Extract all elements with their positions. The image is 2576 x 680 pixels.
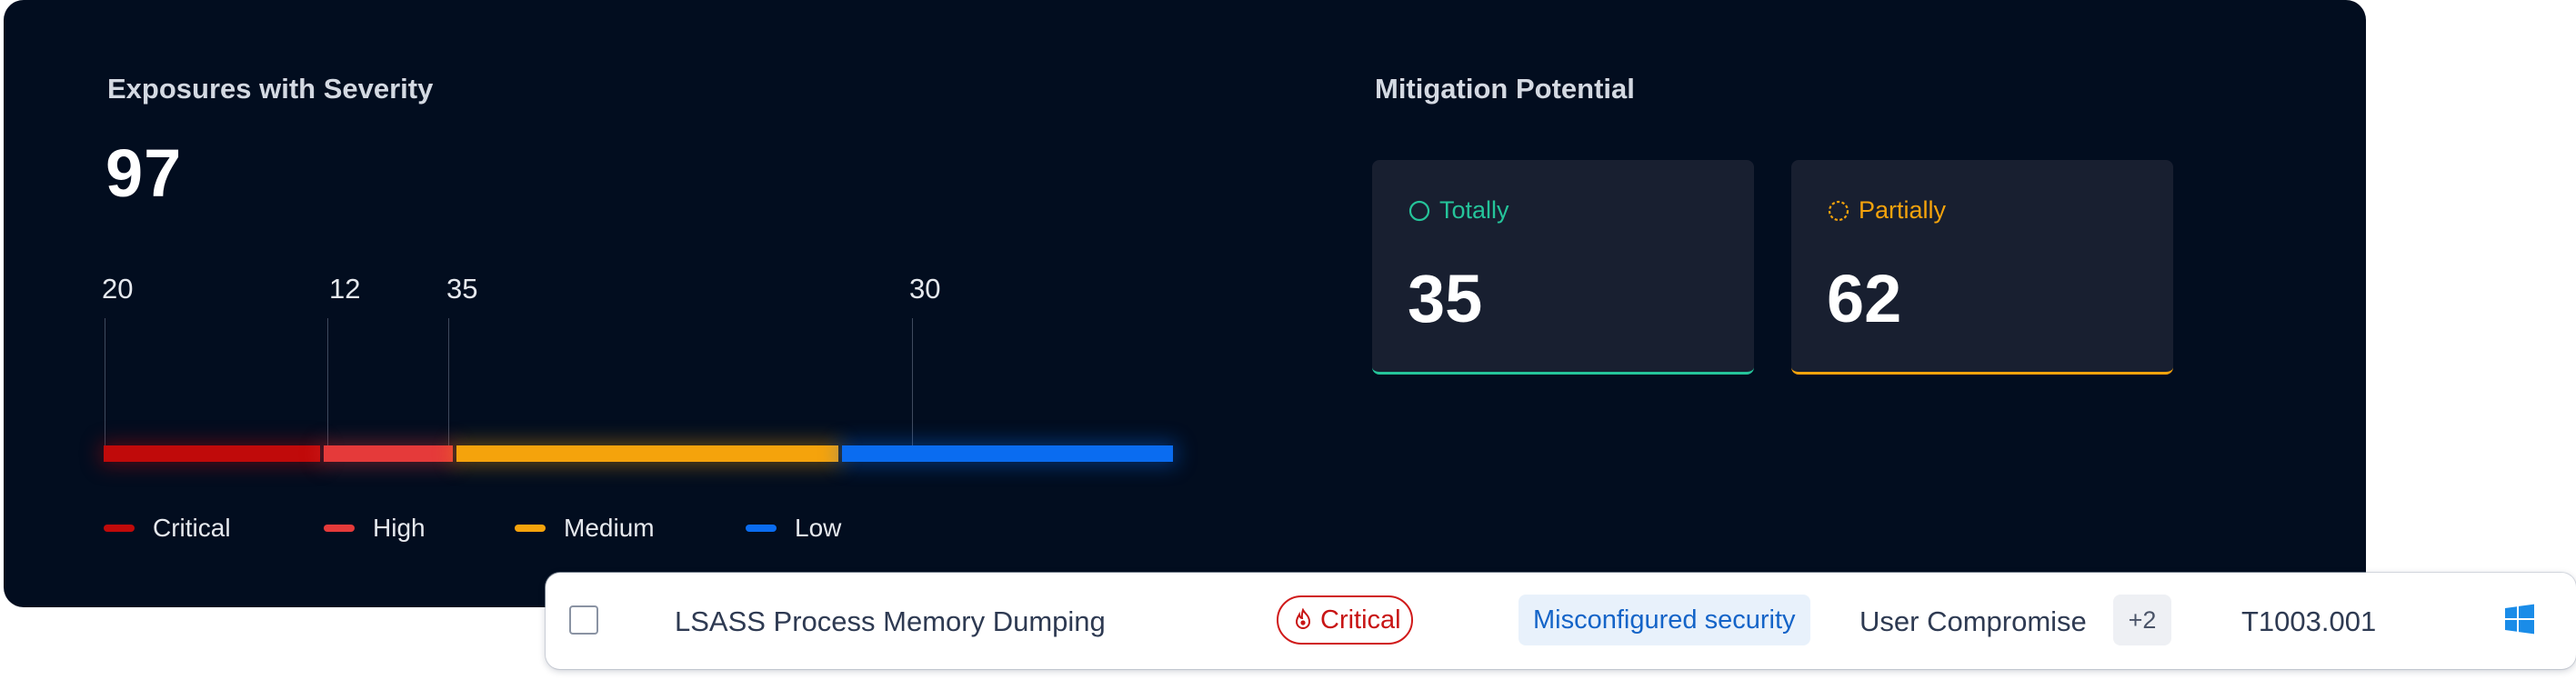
exposure-category: User Compromise [1859,605,2087,637]
low-marker-line [912,318,913,445]
severity-bar-medium [456,445,839,462]
mitigation-totally-value: 35 [1408,261,1483,336]
medium-marker-line [448,318,449,445]
high-marker-line [327,318,328,445]
severity-bar-high [324,445,453,462]
high-count-label: 12 [329,273,361,305]
legend-label-medium: Medium [564,514,655,542]
severity-bar-critical [104,445,321,462]
mitre-technique-id: T1003.001 [2241,605,2377,637]
severity-total-count: 97 [105,135,183,211]
row-select-checkbox[interactable] [569,605,598,635]
mitigation-partially-label: Partially [1859,196,1947,224]
flame-icon [1295,608,1311,629]
mitigation-section-title: Mitigation Potential [1375,73,1635,105]
dashed-circle-icon [1828,200,1849,221]
exposure-name: LSASS Process Memory Dumping [675,605,1106,637]
exposure-type-tag: Misconfigured security [1519,595,1810,645]
severity-section-title: Exposures with Severity [107,73,434,105]
circle-icon [1408,200,1430,221]
legend-medium: Medium [515,513,655,544]
low-count-label: 30 [909,273,941,305]
legend-high: High [324,513,426,544]
exposure-summary-panel: Exposures with Severity 97 20 12 35 30 C… [4,0,2366,607]
legend-swatch-high [324,525,355,532]
mitigation-totally-card[interactable]: Totally 35 [1372,160,1754,375]
mitigation-partially-card[interactable]: Partially 62 [1791,160,2173,375]
legend-label-low: Low [795,514,842,542]
legend-swatch-medium [515,525,546,532]
severity-badge-label: Critical [1320,605,1401,635]
legend-critical: Critical [104,513,231,544]
legend-swatch-critical [104,525,135,532]
windows-icon [2505,604,2534,635]
legend-swatch-low [746,525,777,532]
severity-badge: Critical [1277,595,1413,645]
legend-label-critical: Critical [153,514,231,542]
legend-low: Low [746,513,841,544]
mitigation-partially-value: 62 [1827,261,1902,336]
mitigation-partially-header: Partially [1828,196,1946,225]
legend-label-high: High [373,514,426,542]
more-categories-badge[interactable]: +2 [2113,595,2171,645]
exposure-table-row[interactable]: LSASS Process Memory Dumping Critical Mi… [546,573,2576,669]
critical-count-label: 20 [102,273,134,305]
medium-count-label: 35 [446,273,478,305]
severity-bar-low [842,445,1173,462]
mitigation-totally-header: Totally [1408,196,1509,225]
mitigation-totally-label: Totally [1439,196,1509,224]
